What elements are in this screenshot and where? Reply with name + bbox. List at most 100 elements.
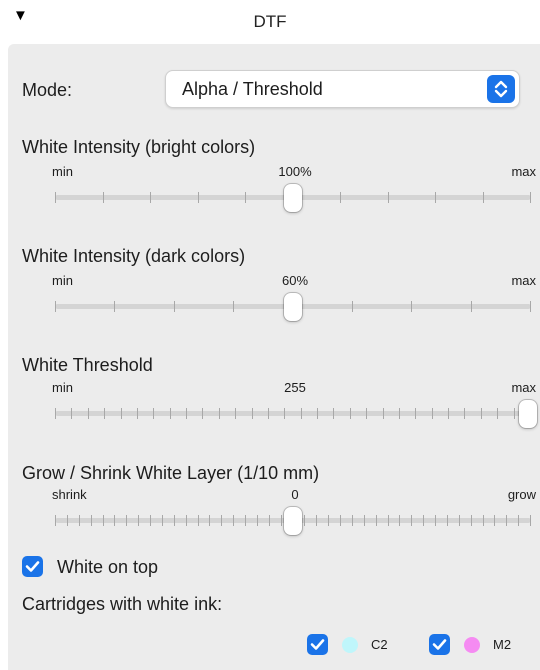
slider-tick bbox=[153, 408, 154, 419]
slider-tick bbox=[174, 515, 175, 526]
slider-tick bbox=[269, 515, 270, 526]
slider-tick bbox=[114, 515, 115, 526]
slider-tick bbox=[174, 301, 175, 312]
slider-value-label: 0 bbox=[291, 487, 299, 502]
cartridge-m2-color-dot bbox=[464, 637, 480, 653]
grow-shrink-label: Grow / Shrink White Layer (1/10 mm) bbox=[22, 463, 320, 483]
slider-knob[interactable] bbox=[284, 507, 302, 535]
slider-tick bbox=[304, 515, 305, 526]
checkmark-icon bbox=[25, 561, 40, 572]
checkmark-icon bbox=[310, 639, 325, 650]
slider-tick bbox=[104, 408, 105, 419]
slider-tick bbox=[198, 515, 199, 526]
slider-tick bbox=[317, 408, 318, 419]
slider-tick bbox=[252, 408, 253, 419]
slider-tick bbox=[268, 408, 269, 419]
slider-tick bbox=[186, 515, 187, 526]
slider-tick bbox=[162, 515, 163, 526]
slider-tick bbox=[202, 408, 203, 419]
slider-tick bbox=[471, 515, 472, 526]
slider-tick bbox=[483, 515, 484, 526]
slider-tick bbox=[435, 515, 436, 526]
slider-tick bbox=[530, 515, 531, 526]
slider-max-label: max bbox=[511, 380, 536, 395]
slider-value-label: 255 bbox=[284, 380, 306, 395]
cartridge-m2-checkbox[interactable] bbox=[429, 634, 450, 655]
slider-tick bbox=[350, 408, 351, 419]
slider-tick bbox=[257, 515, 258, 526]
slider-value-label: 60% bbox=[281, 273, 309, 288]
cartridge-m2-label: M2 bbox=[493, 637, 512, 652]
slider-tick bbox=[221, 515, 222, 526]
slider-tick bbox=[352, 301, 353, 312]
slider-tick bbox=[530, 192, 531, 203]
slider-min-label: shrink bbox=[52, 487, 87, 502]
slider-tick bbox=[219, 408, 220, 419]
slider-min-label: min bbox=[52, 380, 73, 395]
slider-tick bbox=[170, 408, 171, 419]
white-intensity-bright-slider[interactable] bbox=[55, 184, 531, 216]
slider-max-label: max bbox=[511, 273, 536, 288]
mode-select-value: Alpha / Threshold bbox=[182, 79, 323, 99]
slider-tick bbox=[233, 301, 234, 312]
slider-tick bbox=[138, 515, 139, 526]
grow-shrink-slider[interactable] bbox=[55, 507, 531, 539]
slider-tick bbox=[435, 192, 436, 203]
white-on-top-checkbox[interactable] bbox=[22, 556, 43, 577]
panel-title: DTF bbox=[253, 12, 287, 31]
panel-header: ▼ DTF bbox=[0, 0, 540, 44]
cartridge-c2-color-dot bbox=[342, 637, 358, 653]
slider-tick bbox=[281, 515, 282, 526]
slider-tick bbox=[388, 515, 389, 526]
slider-min-label: min bbox=[52, 164, 73, 179]
slider-knob[interactable] bbox=[284, 184, 302, 212]
slider-tick bbox=[71, 408, 72, 419]
slider-track[interactable] bbox=[55, 411, 531, 416]
cartridge-c2-checkbox[interactable] bbox=[307, 634, 328, 655]
select-stepper-icon bbox=[487, 75, 515, 103]
slider-tick bbox=[447, 515, 448, 526]
slider-tick bbox=[506, 515, 507, 526]
slider-tick bbox=[514, 408, 515, 419]
slider-tick bbox=[497, 408, 498, 419]
white-intensity-bright-label: White Intensity (bright colors) bbox=[22, 137, 256, 157]
slider-max-label: grow bbox=[507, 487, 536, 502]
slider-tick bbox=[333, 408, 334, 419]
slider-tick bbox=[364, 515, 365, 526]
white-on-top-label: White on top bbox=[57, 557, 159, 577]
slider-tick bbox=[340, 515, 341, 526]
slider-tick bbox=[328, 515, 329, 526]
cartridges-label: Cartridges with white ink: bbox=[22, 594, 223, 614]
slider-tick bbox=[471, 301, 472, 312]
slider-tick bbox=[383, 408, 384, 419]
slider-tick bbox=[388, 192, 389, 203]
slider-tick bbox=[55, 192, 56, 203]
slider-knob[interactable] bbox=[284, 293, 302, 321]
slider-tick bbox=[235, 408, 236, 419]
slider-tick bbox=[399, 515, 400, 526]
slider-tick bbox=[150, 515, 151, 526]
slider-tick bbox=[518, 515, 519, 526]
slider-tick bbox=[209, 515, 210, 526]
cartridge-c2-label: C2 bbox=[371, 637, 388, 652]
slider-tick bbox=[91, 515, 92, 526]
white-intensity-dark-label: White Intensity (dark colors) bbox=[22, 246, 246, 266]
white-threshold-slider[interactable] bbox=[55, 400, 537, 432]
white-threshold-label: White Threshold bbox=[22, 355, 153, 375]
slider-tick bbox=[530, 301, 531, 312]
slider-tick bbox=[448, 408, 449, 419]
slider-tick bbox=[464, 408, 465, 419]
slider-tick bbox=[340, 192, 341, 203]
mode-select[interactable]: Alpha / Threshold bbox=[165, 70, 520, 108]
slider-tick bbox=[284, 408, 285, 419]
slider-tick bbox=[88, 408, 89, 419]
slider-tick bbox=[459, 515, 460, 526]
slider-tick bbox=[245, 515, 246, 526]
slider-tick bbox=[483, 192, 484, 203]
slider-tick bbox=[411, 301, 412, 312]
slider-knob[interactable] bbox=[519, 400, 537, 428]
slider-tick bbox=[366, 408, 367, 419]
slider-tick bbox=[79, 515, 80, 526]
white-intensity-dark-slider[interactable] bbox=[55, 293, 531, 325]
slider-tick bbox=[126, 515, 127, 526]
